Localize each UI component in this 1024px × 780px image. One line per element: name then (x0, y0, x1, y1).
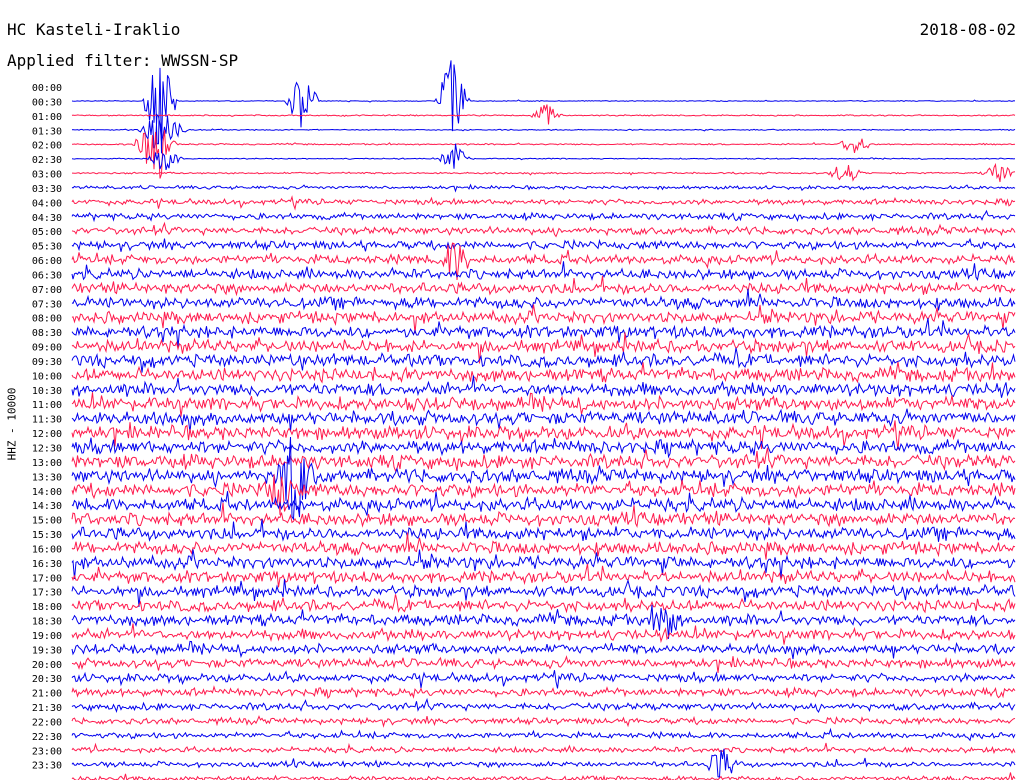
time-tick-label: 00:00 (32, 83, 62, 94)
seismic-trace-line (71, 221, 1016, 238)
seismic-trace-line (71, 563, 1016, 588)
time-tick-label: 03:30 (32, 184, 62, 195)
time-tick-label: 14:00 (32, 487, 62, 498)
seismic-trace-line (71, 104, 1016, 125)
seismic-trace-line (71, 113, 1016, 149)
time-tick-label: 10:00 (32, 371, 62, 382)
time-tick-label: 21:30 (32, 703, 62, 714)
seismic-trace-line (71, 361, 1016, 384)
seismic-trace-line (71, 727, 1016, 742)
seismic-trace-line (71, 437, 1016, 459)
seismic-trace-line (71, 392, 1016, 417)
time-tick-label: 14:30 (32, 501, 62, 512)
time-tick-label: 15:30 (32, 530, 62, 541)
seismic-trace-line (71, 594, 1016, 614)
seismic-trace-line (71, 447, 1016, 473)
time-tick-label: 15:00 (32, 516, 62, 527)
time-tick-label: 19:00 (32, 631, 62, 642)
helicorder-plot: 00:00 00:30 01:00 01:30 02:00 02:30 03:00 03:30… (32, 60, 1016, 780)
time-tick-label: 07:30 (32, 299, 62, 310)
time-tick-label: 04:00 (32, 198, 62, 209)
time-tick-label: 02:30 (32, 155, 62, 166)
seismic-trace-line (71, 195, 1016, 211)
seismic-trace-line (71, 578, 1016, 607)
seismic-trace-line (72, 162, 1016, 183)
time-tick-label: 07:00 (32, 285, 62, 296)
seismic-trace-line (71, 685, 1016, 700)
time-tick-label: 09:30 (32, 357, 62, 368)
time-tick-label: 12:30 (32, 444, 62, 455)
time-tick-label: 16:30 (32, 559, 62, 570)
time-tick-label: 08:30 (32, 328, 62, 339)
time-tick-label: 18:30 (32, 617, 62, 628)
seismic-trace-line (71, 318, 1016, 348)
time-tick-label: 06:00 (32, 256, 62, 267)
seismic-trace-line (71, 549, 1016, 580)
time-tick-label: 10:30 (32, 386, 62, 397)
seismic-trace-line (71, 655, 1016, 673)
time-tick-label: 01:00 (32, 112, 62, 123)
time-tick-label: 23:00 (32, 746, 62, 757)
seismic-trace-line (71, 748, 1016, 778)
seismic-trace-line (71, 640, 1016, 660)
seismic-trace-line (71, 209, 1016, 223)
seismic-trace-line (71, 237, 1016, 252)
seismic-trace-line (71, 275, 1016, 297)
seismic-trace-line (71, 742, 1016, 755)
time-tick-label: 17:00 (32, 573, 62, 584)
time-tick-label: 20:00 (32, 660, 62, 671)
seismic-trace-line (72, 130, 1016, 179)
time-tick-label: 16:00 (32, 544, 62, 555)
time-tick-label: 03:00 (32, 170, 62, 181)
time-tick-label: 22:30 (32, 732, 62, 743)
seismic-trace-line (71, 143, 1016, 171)
time-tick-label: 11:00 (32, 400, 62, 411)
seismic-trace-line (71, 697, 1016, 714)
seismic-trace-line (71, 332, 1016, 364)
time-tick-label: 12:00 (32, 429, 62, 440)
time-tick-label: 11:30 (32, 415, 62, 426)
time-tick-label: 05:30 (32, 242, 62, 253)
time-tick-label: 18:00 (32, 602, 62, 613)
time-tick-label: 13:30 (32, 472, 62, 483)
seismic-trace-line (71, 772, 1016, 780)
time-tick-label: 23:30 (32, 761, 62, 772)
time-tick-label: 00:30 (32, 97, 62, 108)
time-tick-label: 04:30 (32, 213, 62, 224)
seismic-trace-line (71, 518, 1016, 542)
time-tick-label: 01:30 (32, 126, 62, 137)
time-tick-label: 09:00 (32, 343, 62, 354)
seismic-trace-line (71, 183, 1016, 193)
time-tick-label: 21:00 (32, 689, 62, 700)
seismic-trace-line (71, 715, 1016, 728)
time-tick-label: 22:00 (32, 717, 62, 728)
time-tick-label: 06:30 (32, 270, 62, 281)
time-tick-label: 02:00 (32, 141, 62, 152)
seismic-trace-line (71, 670, 1016, 689)
time-tick-label: 13:00 (32, 458, 62, 469)
seismic-trace-line (71, 261, 1016, 282)
time-tick-label: 17:30 (32, 588, 62, 599)
seismic-trace-line (71, 288, 1016, 311)
time-tick-label: 08:00 (32, 314, 62, 325)
seismic-trace-line (71, 623, 1016, 645)
time-tick-label: 05:00 (32, 227, 62, 238)
seismic-trace-line (71, 491, 1016, 516)
time-tick-label: 19:30 (32, 645, 62, 656)
time-tick-label: 20:30 (32, 674, 62, 685)
